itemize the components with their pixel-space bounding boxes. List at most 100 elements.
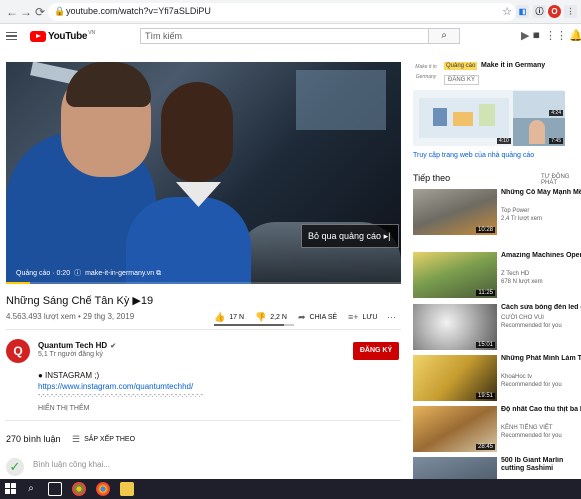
- ad-url[interactable]: make-it-in-germany.vn: [85, 270, 154, 277]
- show-more-button[interactable]: HIỂN THỊ THÊM: [38, 405, 89, 412]
- video-thumbnail[interactable]: 10:28: [413, 189, 497, 235]
- recommended-label: Recommended for you: [501, 382, 562, 388]
- ad-house-figure: [433, 108, 447, 126]
- description-instagram-link[interactable]: https://www.instagram.com/quantumtechhd/: [38, 382, 193, 391]
- background-window: [296, 70, 386, 130]
- save-button[interactable]: ≡+ LƯU: [348, 312, 377, 322]
- recommended-label: Recommended for you: [501, 433, 562, 439]
- subscribe-button[interactable]: ĐĂNG KÝ: [353, 342, 399, 360]
- youtube-play-icon: [30, 30, 46, 42]
- comments-count: 270 bình luận: [6, 434, 61, 444]
- recommended-video[interactable]: 15:01 Cách sửa bóng đèn led dễ CƯỜI CHO …: [413, 304, 581, 352]
- advertiser-name[interactable]: Make it in Germany: [481, 62, 545, 69]
- extension-icon[interactable]: ◧: [516, 5, 529, 18]
- dislike-count: 2,2 N: [270, 314, 287, 321]
- video-title[interactable]: Những Phát Minh Làm Thế Giới - Phần 4: [501, 355, 581, 363]
- video-title[interactable]: Độ nhất Cao thủ thịt ba ba nhanh nhất - …: [501, 406, 581, 414]
- like-button[interactable]: 👍 17 N: [214, 312, 244, 323]
- chrome-window-icon[interactable]: [96, 482, 110, 496]
- skip-ad-button[interactable]: Bỏ qua quảng cáo ▸|: [301, 224, 399, 248]
- opera-extension-icon[interactable]: O: [548, 5, 561, 18]
- notifications-bell-icon[interactable]: 🔔: [569, 29, 581, 42]
- video-title: Những Sáng Chế Tân Kỳ ▶19: [6, 295, 154, 307]
- recommended-video[interactable]: 11:25 Amazing Machines Operating Agricul…: [413, 252, 581, 300]
- ad-coins-figure: [453, 112, 473, 126]
- video-title[interactable]: Những Cỗ Máy Mạnh Mẽ Nên Điều Khác Biệt …: [501, 189, 581, 197]
- ad-person-figure: [529, 120, 545, 144]
- search-input[interactable]: Tìm kiếm: [140, 28, 428, 44]
- address-bar[interactable]: 🔒 youtube.com/watch?v=Yfi7aSLDiPU ☆: [48, 3, 516, 21]
- advertiser-website-link[interactable]: Truy cập trang web của nhà quảng cáo: [413, 152, 534, 159]
- create-video-icon[interactable]: ▶◾: [521, 29, 543, 42]
- recommended-label: Recommended for you: [501, 323, 562, 329]
- video-title[interactable]: Amazing Machines Operating Agriculture A…: [501, 252, 581, 260]
- search-button[interactable]: ⌕: [428, 28, 460, 44]
- search-icon: ⌕: [441, 30, 447, 41]
- ad-subscribe-button[interactable]: ĐĂNG KÝ: [444, 75, 480, 85]
- video-thumbnail[interactable]: [413, 457, 497, 479]
- video-title[interactable]: Cách sửa bóng đèn led dễ: [501, 304, 581, 312]
- video-player[interactable]: [6, 62, 401, 284]
- divider: [6, 329, 401, 330]
- autoplay-toggle[interactable]: TỰ ĐỘNG PHÁT: [541, 174, 581, 186]
- info-extension-icon[interactable]: ⓘ: [533, 5, 546, 18]
- hamburger-menu-icon[interactable]: [6, 32, 17, 40]
- recommended-video[interactable]: 10:28 Những Cỗ Máy Mạnh Mẽ Nên Điều Khác…: [413, 189, 581, 237]
- menu-dots-icon[interactable]: ⋮: [564, 5, 577, 18]
- view-count: 678 N lượt xem: [501, 279, 543, 285]
- comment-input[interactable]: Bình luận công khai...: [33, 460, 110, 469]
- channel-avatar[interactable]: Q: [6, 339, 30, 363]
- thumbs-down-icon: 👎: [255, 312, 267, 322]
- task-view-icon[interactable]: [48, 482, 62, 496]
- video-duration: 28:45: [475, 444, 495, 450]
- sort-comments-button[interactable]: ☰ SẮP XẾP THEO: [72, 434, 135, 445]
- video-thumbnail[interactable]: 11:25: [413, 252, 497, 298]
- taskbar-search-icon[interactable]: ⌕: [24, 482, 38, 496]
- video-thumbnail[interactable]: 15:01: [413, 304, 497, 350]
- windows-start-icon[interactable]: [4, 482, 18, 496]
- apps-grid-icon[interactable]: ⋮⋮: [545, 29, 567, 42]
- browser-toolbar: ← → ⟳ 🔒 youtube.com/watch?v=Yfi7aSLDiPU …: [0, 0, 581, 24]
- channel-name: KÊNH TIẾNG VIỆT: [501, 425, 553, 431]
- region-code: VN: [88, 30, 96, 36]
- recommended-video[interactable]: 28:45 Độ nhất Cao thủ thịt ba ba nhanh n…: [413, 406, 581, 454]
- video-views-date: 4.563.493 lượt xem • 29 thg 3, 2019: [6, 312, 135, 321]
- ad-thumbnail-bottom[interactable]: 7:45: [513, 118, 565, 146]
- ad-label: Quảng cáo · 0:20: [16, 270, 71, 277]
- channel-name[interactable]: Quantum Tech HD ✔: [38, 341, 116, 350]
- more-horizontal-icon: ⋯: [387, 312, 396, 322]
- file-explorer-icon[interactable]: [120, 482, 134, 496]
- share-button[interactable]: ➦ CHIA SẺ: [298, 312, 337, 323]
- url-text: youtube.com/watch?v=Yfi7aSLDiPU: [66, 6, 211, 16]
- video-title[interactable]: 500 lb Giant Marlin cutting Sashimi: [501, 457, 581, 473]
- playlist-add-icon: ≡+: [348, 312, 359, 322]
- external-link-icon: ⧉: [156, 270, 162, 277]
- like-ratio-fill: [214, 324, 285, 326]
- share-icon: ➦: [298, 312, 306, 322]
- chrome-icon[interactable]: [72, 482, 86, 496]
- ad-thumbnail-top[interactable]: 4:24: [513, 91, 565, 118]
- like-dislike-ratio-bar: [214, 324, 294, 326]
- ad-duration-main: 4:10: [497, 138, 511, 144]
- share-label: CHIA SẺ: [309, 314, 338, 321]
- reload-button[interactable]: ⟳: [32, 4, 48, 20]
- dislike-button[interactable]: 👎 2,2 N: [255, 312, 287, 323]
- user-avatar: ✓: [6, 458, 24, 476]
- youtube-wordmark: YouTube: [48, 30, 88, 42]
- youtube-logo[interactable]: YouTube VN: [30, 30, 95, 42]
- video-duration: 11:25: [476, 290, 495, 296]
- view-count: 2,4 Tr lượt xem: [501, 216, 542, 222]
- video-duration: 15:01: [475, 342, 495, 348]
- recommended-video[interactable]: 500 lb Giant Marlin cutting Sashimi: [413, 457, 581, 479]
- save-label: LƯU: [362, 313, 378, 321]
- description-instagram-label: ● INSTAGRAM ;): [38, 371, 100, 380]
- video-thumbnail[interactable]: 19:51: [413, 355, 497, 401]
- bookmark-star-icon[interactable]: ☆: [502, 5, 512, 18]
- verified-icon: ✔: [110, 343, 117, 350]
- video-thumbnail[interactable]: 28:45: [413, 406, 497, 452]
- recommended-video[interactable]: 19:51 Những Phát Minh Làm Thế Giới - Phầ…: [413, 355, 581, 403]
- more-actions-button[interactable]: ⋯: [387, 312, 400, 323]
- video-progress-bar[interactable]: [6, 282, 401, 284]
- ad-info-overlay: Quảng cáo · 0:20 ⓘ make-it-in-germany.vn ⧉: [16, 270, 162, 277]
- channel-name: KhoaHoc tv: [501, 374, 533, 380]
